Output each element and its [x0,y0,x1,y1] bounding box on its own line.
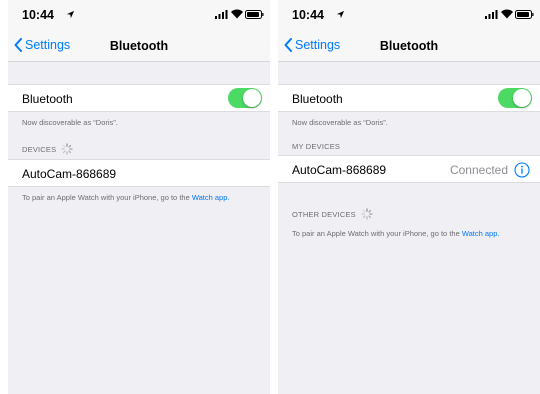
info-circle-icon[interactable] [514,162,530,178]
battery-icon [245,10,264,19]
status-time: 10:44 [292,8,324,22]
watch-app-link[interactable]: Watch app. [192,193,230,202]
status-time: 10:44 [22,8,54,22]
bluetooth-toggle-row: Bluetooth [8,84,270,112]
my-devices-section-header: MY DEVICES [292,142,340,151]
bluetooth-label: Bluetooth [292,92,343,106]
page-title: Bluetooth [109,39,169,53]
connection-status: Connected [449,163,508,177]
device-name: AutoCam-868689 [292,163,387,177]
location-arrow-icon [66,10,75,19]
my-devices-header-label: MY DEVICES [292,142,341,151]
bluetooth-label: Bluetooth [22,92,73,106]
wifi-icon [231,9,243,19]
bluetooth-toggle[interactable] [498,88,532,108]
bluetooth-screen-searching: 10:44 Settings Bluetooth Bluetooth Now d… [8,0,270,394]
footer-text: To pair an Apple Watch with your iPhone,… [22,193,192,202]
device-row[interactable]: AutoCam-868689 [8,159,270,187]
activity-spinner-icon [361,208,373,220]
status-bar: 10:44 [278,0,540,28]
other-devices-section-header: OTHER DEVICES [292,208,373,220]
cellular-signal-icon [485,10,498,19]
devices-header-label: DEVICES [22,144,57,154]
apple-watch-footer: To pair an Apple Watch with your iPhone,… [22,193,258,203]
activity-spinner-icon [61,143,73,155]
wifi-icon [501,9,513,19]
cellular-signal-icon [215,10,228,19]
footer-text: To pair an Apple Watch with your iPhone,… [292,229,462,238]
other-devices-header-label: OTHER DEVICES [292,209,356,219]
navigation-bar: Settings Bluetooth [8,28,270,62]
devices-section-header: DEVICES [22,143,73,155]
location-arrow-icon [336,10,345,19]
bluetooth-toggle-row: Bluetooth [278,84,540,112]
bluetooth-toggle[interactable] [228,88,262,108]
device-name: AutoCam-868689 [22,167,117,181]
device-row[interactable]: AutoCam-868689 Connected [278,155,540,183]
toggle-knob [513,89,531,107]
toggle-knob [243,89,261,107]
status-bar: 10:44 [8,0,270,28]
battery-icon [515,10,534,19]
page-title: Bluetooth [379,39,439,53]
discoverable-note: Now discoverable as “Doris”. [292,118,388,127]
discoverable-note: Now discoverable as “Doris”. [22,118,118,127]
watch-app-link[interactable]: Watch app. [462,229,500,238]
apple-watch-footer: To pair an Apple Watch with your iPhone,… [292,229,528,239]
navigation-bar: Settings Bluetooth [278,28,540,62]
bluetooth-screen-connected: 10:44 Settings Bluetooth Bluetooth Now d… [278,0,540,394]
